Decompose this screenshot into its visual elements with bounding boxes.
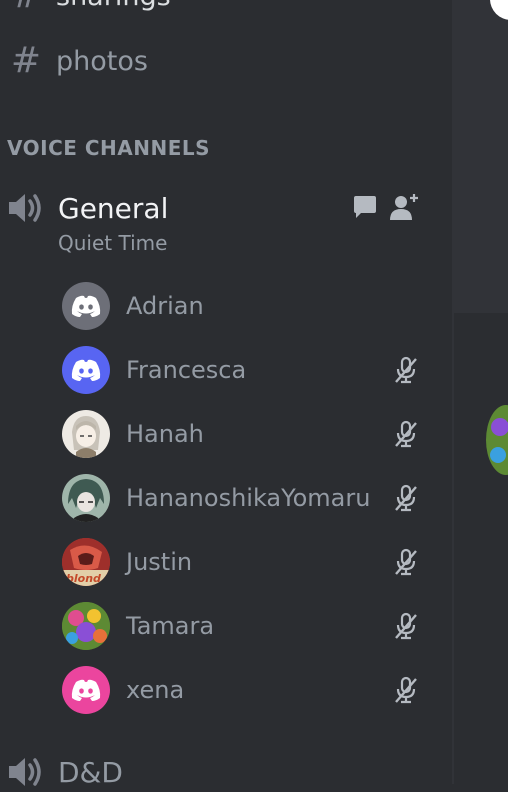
avatar: blond	[62, 538, 110, 586]
mic-muted-icon	[395, 612, 417, 640]
speaker-icon	[9, 758, 41, 786]
mic-muted-icon	[395, 420, 417, 448]
mic-muted-icon	[395, 356, 417, 384]
mic-muted-icon	[395, 676, 417, 704]
hash-icon: #	[8, 0, 44, 14]
user-name: HananoshikaYomaru	[126, 484, 371, 512]
voice-channel-general[interactable]: General	[6, 188, 168, 228]
discord-logo-icon	[71, 679, 101, 701]
avatar	[62, 666, 110, 714]
avatar	[62, 410, 110, 458]
chat-bubble-icon[interactable]	[352, 194, 378, 220]
user-name: Adrian	[126, 292, 204, 320]
voice-user-hanah[interactable]: Hanah	[62, 410, 432, 458]
voice-channel-status: Quiet Time	[58, 231, 168, 255]
discord-logo-icon	[71, 359, 101, 381]
anime-portrait-icon	[68, 479, 104, 522]
avatar	[62, 602, 110, 650]
user-name: xena	[126, 676, 185, 704]
user-name: Tamara	[126, 612, 215, 640]
album-cover-icon: blond	[62, 538, 110, 586]
avatar	[62, 346, 110, 394]
speaker-icon	[9, 194, 41, 222]
channel-sidebar: # sharings # photos VOICE CHANNELS Gener…	[0, 0, 452, 789]
user-name: Justin	[126, 548, 193, 576]
channel-sharings[interactable]: # sharings	[8, 0, 171, 18]
voice-user-hananoshikayomaru[interactable]: HananoshikaYomaru	[62, 474, 432, 522]
voice-channel-actions	[352, 193, 420, 221]
voice-user-tamara[interactable]: Tamara	[62, 602, 432, 650]
channel-name: photos	[56, 45, 148, 77]
svg-text:blond: blond	[66, 572, 101, 585]
discord-logo-icon	[71, 295, 101, 317]
voice-user-xena[interactable]: xena	[62, 666, 432, 714]
channel-name: sharings	[56, 0, 171, 12]
user-name: Francesca	[126, 356, 247, 384]
hash-icon: #	[10, 40, 42, 81]
voice-user-francesca[interactable]: Francesca	[62, 346, 432, 394]
add-user-icon[interactable]	[390, 193, 420, 221]
anime-portrait-icon	[72, 416, 100, 458]
voice-user-adrian[interactable]: Adrian	[62, 282, 432, 330]
avatar	[62, 474, 110, 522]
colorful-picture-icon	[62, 602, 110, 650]
panel-band	[454, 313, 508, 784]
voice-channel-dnd[interactable]: D&D	[6, 752, 123, 792]
voice-user-justin[interactable]: blond Justin	[62, 538, 432, 586]
voice-channel-name: General	[58, 191, 169, 225]
main-content-edge	[452, 0, 508, 784]
mic-muted-icon	[395, 484, 417, 512]
user-name: Hanah	[126, 420, 204, 448]
channel-photos[interactable]: # photos	[8, 39, 148, 83]
voice-channels-header[interactable]: VOICE CHANNELS	[7, 136, 210, 160]
mic-muted-icon	[395, 548, 417, 576]
avatar	[62, 282, 110, 330]
